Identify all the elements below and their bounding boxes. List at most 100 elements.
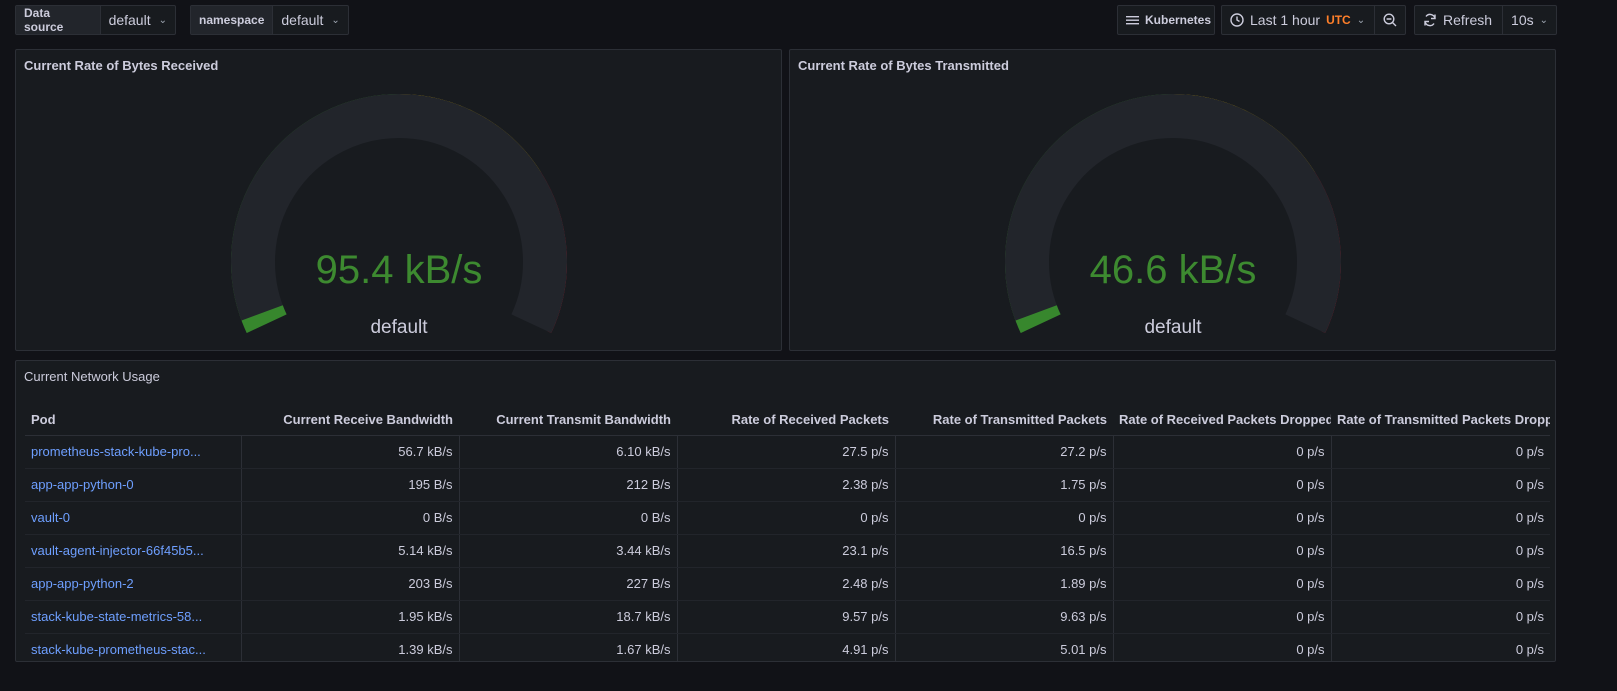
table-cell: 5.01 p/s <box>894 633 1113 661</box>
table-cell: 5.14 kB/s <box>240 534 459 568</box>
column-header[interactable]: Rate of Received Packets <box>677 405 895 436</box>
pod-link[interactable]: app-app-python-0 <box>25 468 241 502</box>
clock-icon <box>1230 13 1244 27</box>
refresh-interval-select[interactable]: 10s ⌄ <box>1502 6 1556 34</box>
gauge-value-fill <box>241 305 287 333</box>
table-cell: 1.39 kB/s <box>240 633 459 661</box>
gauge-label: default <box>1144 317 1202 338</box>
chevron-down-icon: ⌄ <box>1356 14 1366 26</box>
pod-link[interactable]: prometheus-stack-kube-pro... <box>25 435 241 469</box>
table-cell: 9.57 p/s <box>676 600 895 634</box>
table-cell: 0 p/s <box>1330 633 1550 661</box>
table-cell: 0 p/s <box>1330 501 1550 535</box>
pod-link[interactable]: stack-kube-prometheus-stac... <box>25 633 241 661</box>
table-row: prometheus-stack-kube-pro... 56.7 kB/s 6.1… <box>25 435 1550 469</box>
variable-value: default <box>281 12 324 28</box>
timezone-badge: UTC <box>1326 13 1351 27</box>
gauge-value-fill <box>1015 305 1061 333</box>
pod-link[interactable]: vault-agent-injector-66f45b5... <box>25 534 241 568</box>
table-cell: 1.75 p/s <box>894 468 1113 502</box>
table-cell: 203 B/s <box>240 567 459 601</box>
variable-select[interactable]: default ⌄ <box>101 6 175 34</box>
table-cell: 227 B/s <box>458 567 677 601</box>
variable-value: default <box>108 12 151 28</box>
table-cell: 0 p/s <box>1112 567 1331 601</box>
gauge-chart: 46.6 kB/s default <box>1005 94 1341 338</box>
table-row: stack-kube-state-metrics-58... 1.95 kB/s 1… <box>25 600 1550 634</box>
table-cell: 195 B/s <box>240 468 459 502</box>
pod-link[interactable]: vault-0 <box>25 501 241 535</box>
table-cell: 27.2 p/s <box>894 435 1113 469</box>
table-row: app-app-python-2 203 B/s 227 B/s 2.48 p/s 1.… <box>25 567 1550 601</box>
chevron-down-icon: ⌄ <box>158 14 167 26</box>
table-panel-network-usage[interactable]: Current Network Usage Pod Current Receive… <box>15 360 1556 662</box>
table-row: app-app-python-0 195 B/s 212 B/s 2.38 p/s 1.… <box>25 468 1550 502</box>
panel-title: Current Network Usage <box>24 369 160 384</box>
refresh-label: Refresh <box>1443 12 1493 28</box>
pod-link[interactable]: app-app-python-2 <box>25 567 241 601</box>
table-row: vault-0 0 B/s 0 B/s 0 p/s 0 p/s 0 p/s 0 p/s <box>25 501 1550 535</box>
gauge-value: 46.6 kB/s <box>1090 248 1257 292</box>
column-header[interactable]: Rate of Transmitted Packets Dropped <box>1331 405 1550 436</box>
dashboard-toolbar: Data source default ⌄ namespace default … <box>15 5 1605 35</box>
column-header-pod[interactable]: Pod <box>25 405 241 436</box>
refresh-picker[interactable]: Refresh 10s ⌄ <box>1414 5 1557 35</box>
table-cell: 18.7 kB/s <box>458 600 677 634</box>
column-header[interactable]: Current Transmit Bandwidth <box>459 405 677 436</box>
table-cell: 9.63 p/s <box>894 600 1113 634</box>
pod-link[interactable]: stack-kube-state-metrics-58... <box>25 600 241 634</box>
table-cell: 2.48 p/s <box>676 567 895 601</box>
table-cell: 0 p/s <box>1112 501 1331 535</box>
column-header[interactable]: Current Receive Bandwidth <box>241 405 459 436</box>
column-header[interactable]: Rate of Transmitted Packets <box>895 405 1113 436</box>
gauge-track <box>231 94 567 333</box>
gauge-panel-bytes-transmitted[interactable]: Current Rate of Bytes Transmitted 46.6 k… <box>789 49 1556 351</box>
table-cell: 16.5 p/s <box>894 534 1113 568</box>
table-cell: 0 B/s <box>240 501 459 535</box>
gauge-track <box>1005 94 1341 333</box>
gauge-value: 95.4 kB/s <box>316 248 483 292</box>
table-row: vault-agent-injector-66f45b5... 5.14 kB/s… <box>25 534 1550 568</box>
table-header-row: Pod Current Receive Bandwidth Current Tran… <box>25 405 1550 436</box>
variable-data-source[interactable]: Data source default ⌄ <box>15 5 176 35</box>
menu-icon <box>1126 16 1139 25</box>
gauge-chart: 95.4 kB/s default <box>231 94 567 338</box>
gauge-panel-bytes-received[interactable]: Current Rate of Bytes Received 95.4 kB/s… <box>15 49 782 351</box>
table-cell: 0 p/s <box>1112 435 1331 469</box>
table-cell: 1.67 kB/s <box>458 633 677 661</box>
table-cell: 0 B/s <box>458 501 677 535</box>
variable-label: namespace <box>191 6 274 34</box>
table-cell: 0 p/s <box>1330 534 1550 568</box>
table-cell: 0 p/s <box>894 501 1113 535</box>
table-cell: 0 p/s <box>1330 600 1550 634</box>
table-cell: 0 p/s <box>1112 468 1331 502</box>
table-cell: 27.5 p/s <box>676 435 895 469</box>
dashboard-links-button[interactable]: Kubernetes <box>1117 5 1215 35</box>
network-usage-table: Pod Current Receive Bandwidth Current Tran… <box>25 405 1550 661</box>
time-range-label: Last 1 hour <box>1250 12 1321 28</box>
refresh-button[interactable]: Refresh <box>1415 6 1502 34</box>
table-cell: 23.1 p/s <box>676 534 895 568</box>
table-cell: 3.44 kB/s <box>458 534 677 568</box>
table-cell: 6.10 kB/s <box>458 435 677 469</box>
gauge-label: default <box>370 317 428 338</box>
zoom-out-button[interactable] <box>1374 6 1405 34</box>
refresh-interval-value: 10s <box>1511 12 1534 28</box>
variable-namespace[interactable]: namespace default ⌄ <box>190 5 349 35</box>
table-cell: 0 p/s <box>1112 600 1331 634</box>
table-cell: 0 p/s <box>1112 534 1331 568</box>
variable-select[interactable]: default ⌄ <box>273 6 347 34</box>
table-cell: 56.7 kB/s <box>240 435 459 469</box>
zoom-out-icon <box>1383 13 1397 27</box>
table-cell: 4.91 p/s <box>676 633 895 661</box>
column-header[interactable]: Rate of Received Packets Dropped <box>1113 405 1331 436</box>
table-cell: 212 B/s <box>458 468 677 502</box>
time-picker[interactable]: Last 1 hour UTC ⌄ <box>1221 5 1406 35</box>
dashboard-link-label: Kubernetes <box>1145 13 1212 27</box>
table-cell: 2.38 p/s <box>676 468 895 502</box>
table-cell: 0 p/s <box>1330 567 1550 601</box>
time-range-button[interactable]: Last 1 hour UTC ⌄ <box>1222 6 1374 34</box>
table-body: prometheus-stack-kube-pro... 56.7 kB/s 6.1… <box>25 435 1550 661</box>
table-cell: 0 p/s <box>1330 468 1550 502</box>
chevron-down-icon: ⌄ <box>331 14 340 26</box>
